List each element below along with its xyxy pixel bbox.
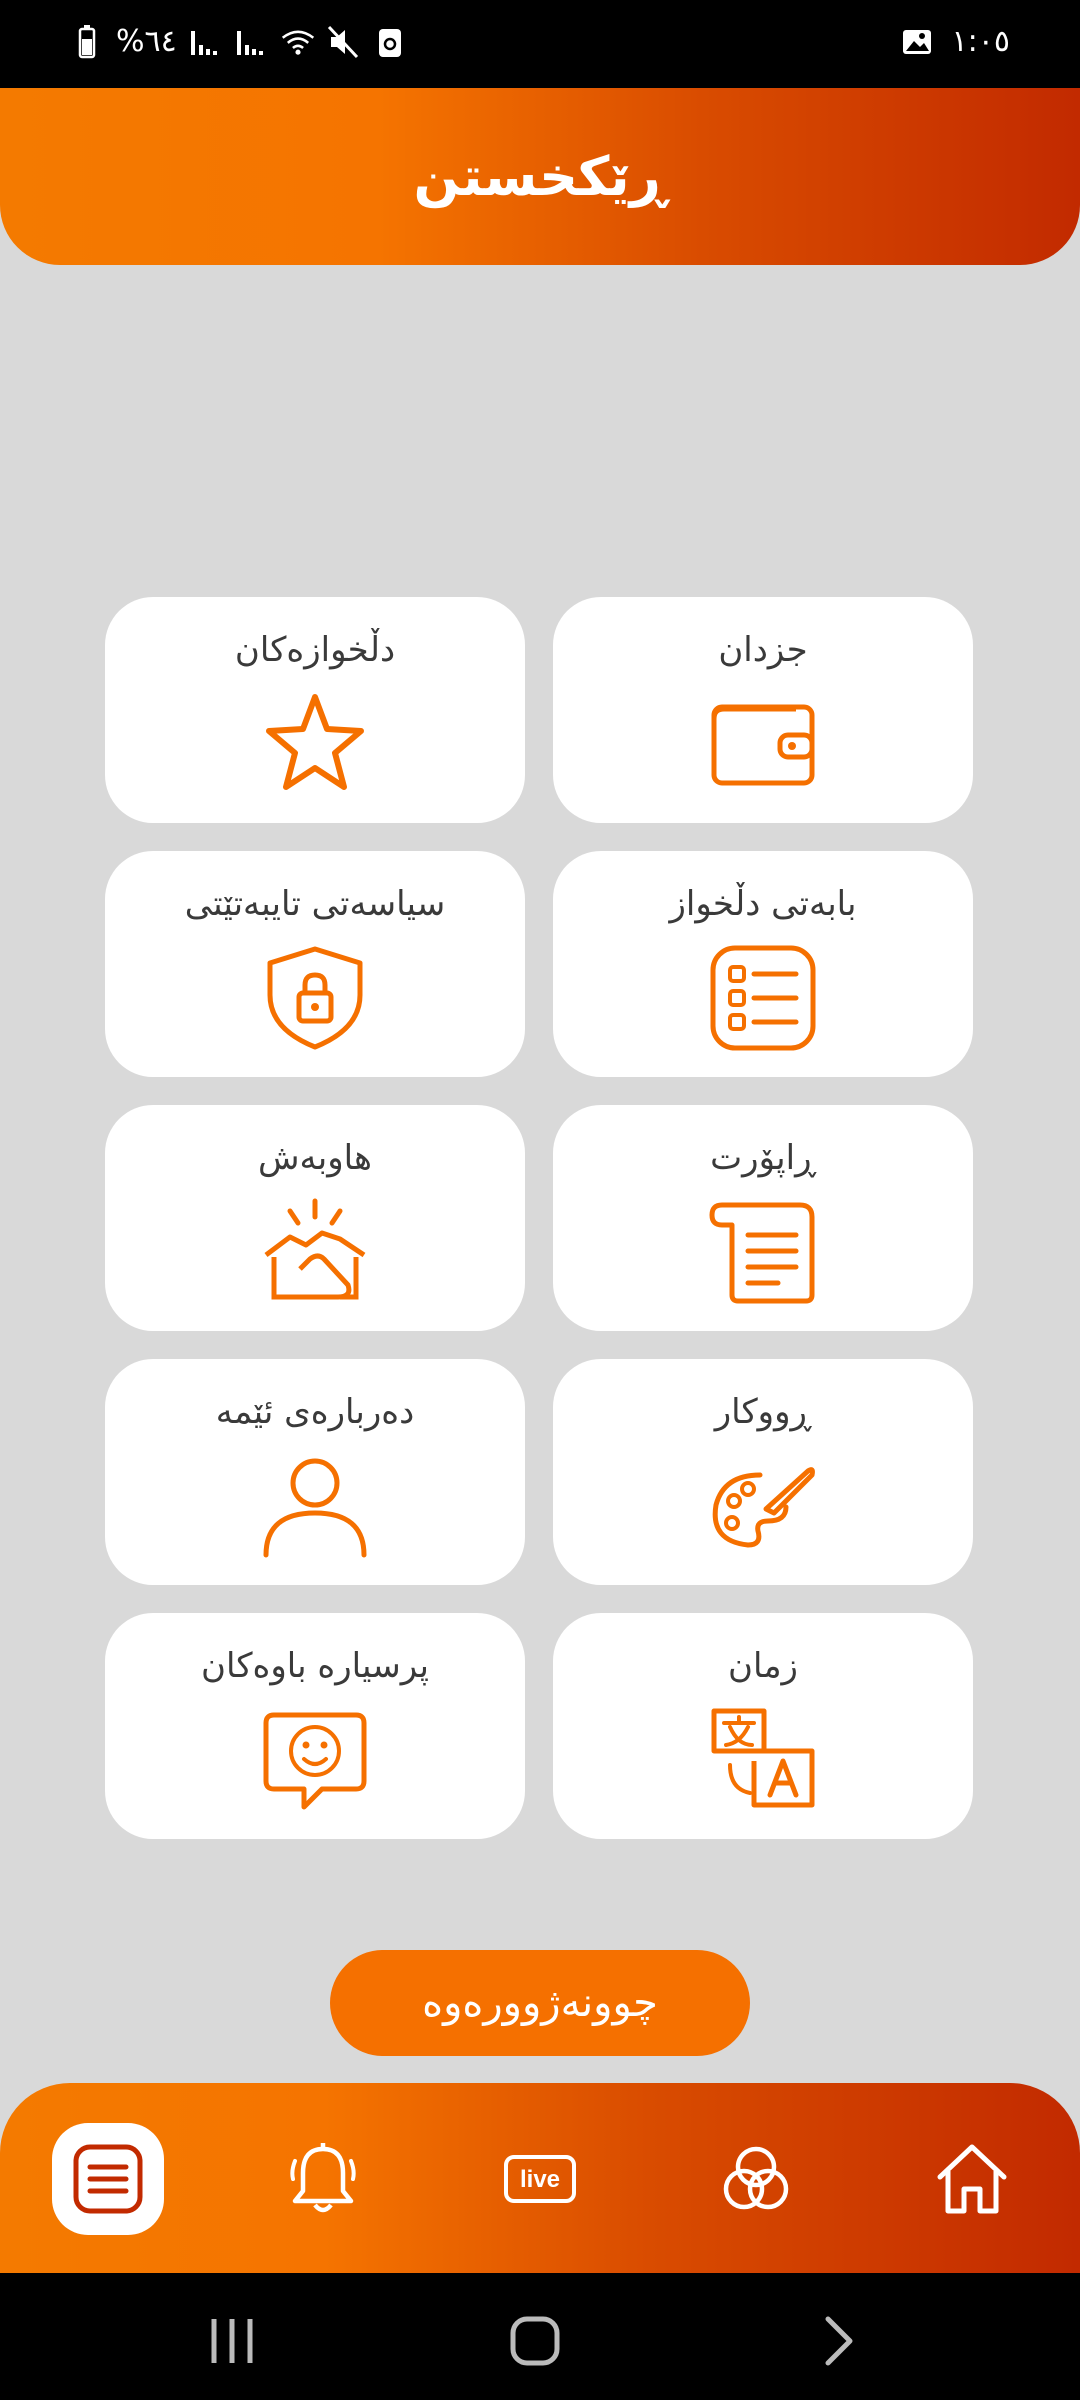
partner-card[interactable]: هاوبەش [105, 1105, 525, 1331]
report-card[interactable]: ڕاپۆرت [553, 1105, 973, 1331]
recent-apps-icon[interactable] [202, 2311, 262, 2371]
favorites-label: دڵخوازەکان [234, 630, 396, 670]
menu-list-icon [73, 2144, 143, 2214]
about-us-card[interactable]: دەربارەی ئێمە [105, 1359, 525, 1585]
theme-label: ڕووکار [714, 1392, 812, 1432]
translate-icon [708, 1705, 818, 1815]
favorite-topics-card[interactable]: بابەتی دڵخواز [553, 851, 973, 1077]
wallet-card[interactable]: جزدان [553, 597, 973, 823]
page-title: ڕێکخستن [413, 145, 667, 208]
faq-label: پرسیارە باوەکان [201, 1646, 429, 1686]
bell-icon [290, 2143, 356, 2213]
nav-notifications[interactable] [267, 2123, 379, 2235]
battery-icon [78, 24, 96, 58]
header: ڕێکخستن [0, 88, 1080, 265]
favorites-card[interactable]: دڵخوازەکان [105, 597, 525, 823]
nav-live[interactable]: live [484, 2123, 596, 2235]
star-icon [260, 689, 370, 799]
bottom-nav: live [0, 2083, 1080, 2273]
wifi-icon [281, 30, 314, 55]
wallet-icon [708, 689, 818, 799]
wallet-label: جزدان [718, 630, 808, 670]
favorite-topics-label: بابەتی دڵخواز [669, 884, 857, 924]
nav-home[interactable] [916, 2123, 1028, 2235]
person-icon [260, 1451, 370, 1561]
list-icon [708, 943, 818, 1053]
handshake-icon [260, 1197, 370, 1307]
battery-percent: %٦٤ [116, 24, 177, 59]
nav-categories[interactable] [700, 2123, 812, 2235]
theme-card[interactable]: ڕووکار [553, 1359, 973, 1585]
nav-settings[interactable] [52, 2123, 164, 2235]
image-icon [902, 29, 931, 54]
shield-lock-icon [260, 943, 370, 1053]
faq-card[interactable]: پرسیارە باوەکان [105, 1613, 525, 1839]
about-us-label: دەربارەی ئێمە [215, 1392, 415, 1432]
circles-icon [723, 2146, 789, 2210]
sync-icon [378, 28, 401, 57]
live-icon: live [504, 2155, 576, 2203]
palette-icon [708, 1451, 818, 1561]
privacy-policy-label: سیاسەتی تایبەتێتی [184, 884, 446, 924]
signal-icon-2 [236, 30, 263, 55]
report-label: ڕاپۆرت [710, 1138, 816, 1178]
scroll-document-icon [708, 1197, 818, 1307]
mute-icon [327, 25, 358, 58]
clock: ١:٠٥ [951, 24, 1010, 59]
home-icon [937, 2144, 1007, 2214]
system-nav-bar [0, 2273, 1080, 2400]
settings-grid: دڵخوازەکان جزدان سیاسەتی تایبەتێتی بابەت… [105, 597, 975, 1839]
language-label: زمان [728, 1646, 798, 1686]
privacy-policy-card[interactable]: سیاسەتی تایبەتێتی [105, 851, 525, 1077]
live-label: live [520, 2166, 560, 2193]
home-button-icon[interactable] [505, 2311, 565, 2371]
status-right: ١:٠٥ [900, 24, 1010, 59]
login-button[interactable]: چوونەژوورەوە [330, 1950, 750, 2056]
chat-smile-icon [260, 1705, 370, 1815]
status-left: %٦٤ [70, 24, 407, 59]
language-card[interactable]: زمان [553, 1613, 973, 1839]
status-bar: %٦٤ ١:٠٥ [0, 0, 1080, 88]
back-icon[interactable] [808, 2311, 868, 2371]
signal-icon [190, 30, 217, 55]
partner-label: هاوبەش [258, 1138, 372, 1178]
